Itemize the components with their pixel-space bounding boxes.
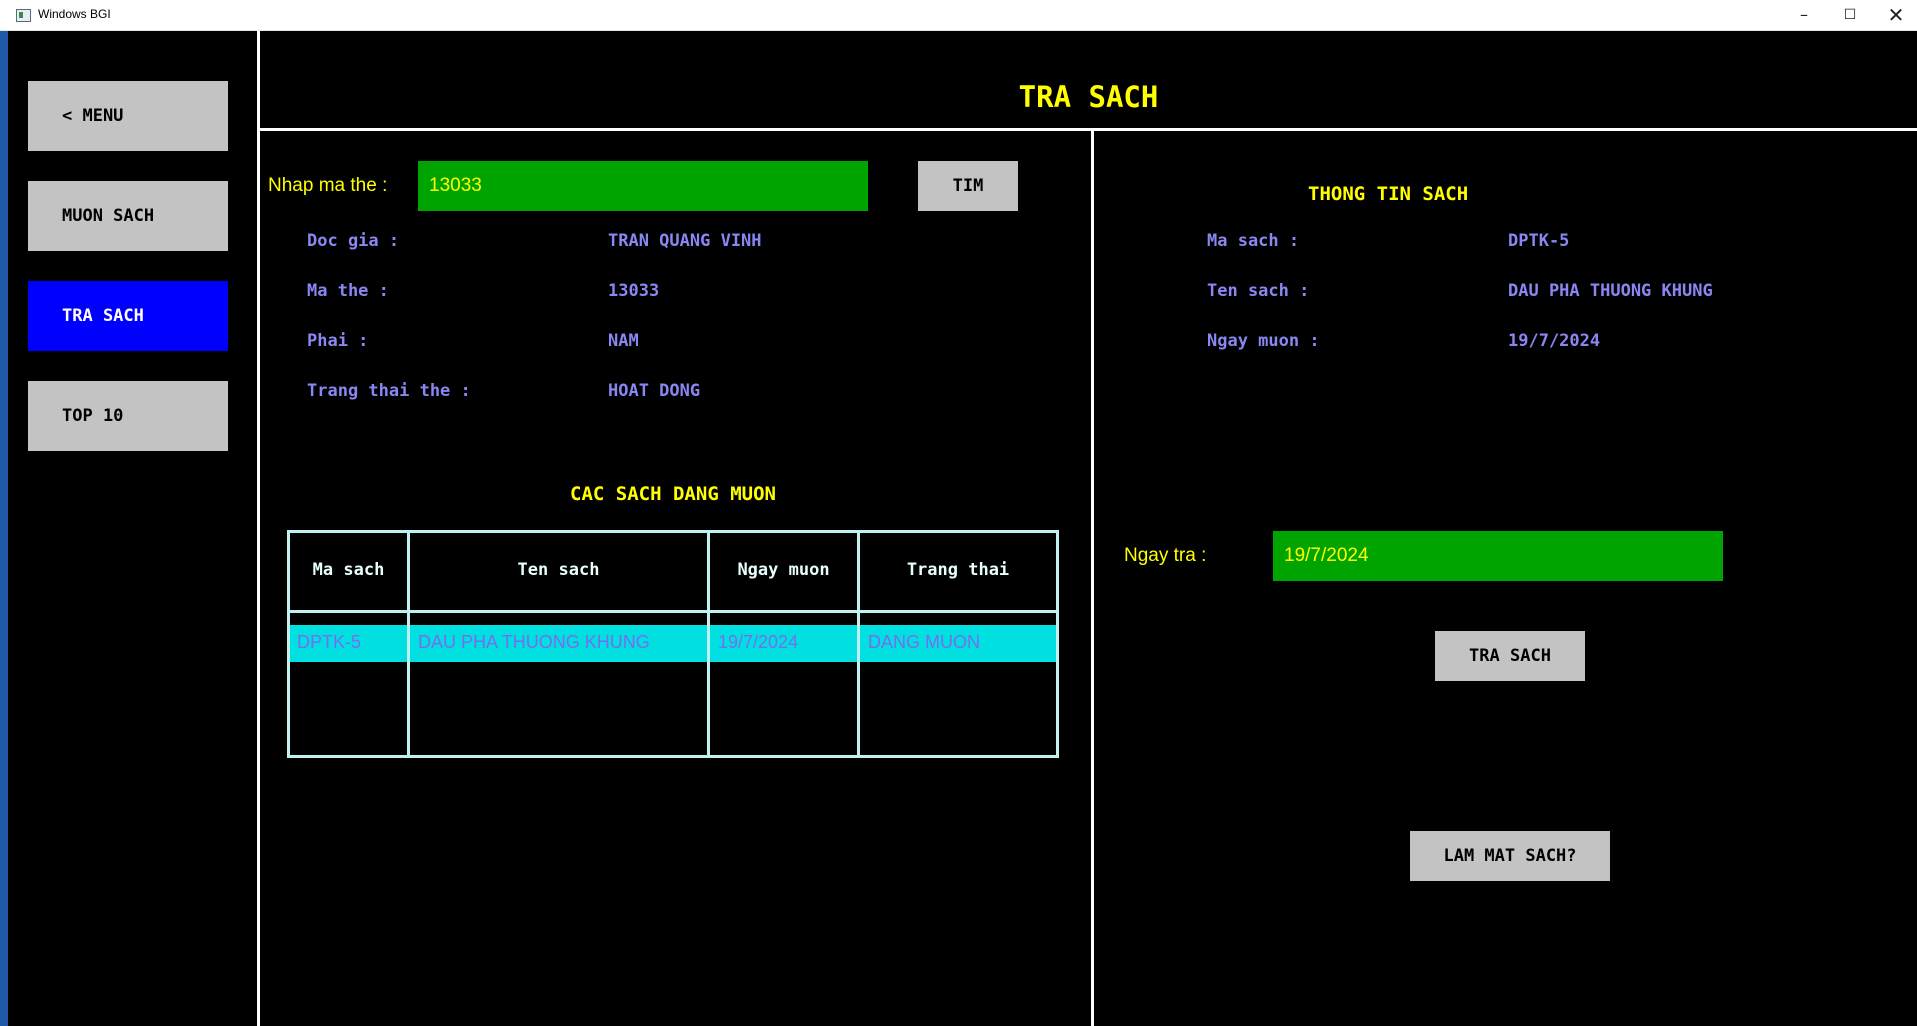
cell-book-code[interactable]: DPTK-5 [297, 632, 361, 653]
column-header: Ten sach [517, 560, 600, 580]
minimize-button[interactable]: – [1781, 0, 1827, 30]
card-status-value: HOAT DONG [608, 381, 701, 401]
return-date-input[interactable]: 19/7/2024 [1273, 531, 1723, 581]
close-button[interactable]: ✕ [1873, 0, 1917, 30]
return-book-button[interactable]: TRA SACH [1435, 631, 1585, 681]
book-info-title: THONG TIN SACH [1308, 183, 1469, 205]
page-title: TRA SACH [1018, 80, 1159, 114]
book-code-label: Ma sach : [1207, 231, 1300, 251]
card-status-label: Trang thai the : [307, 381, 471, 401]
lost-book-button[interactable]: LAM MAT SACH? [1410, 831, 1610, 881]
borrow-date-label: Ngay muon : [1207, 331, 1320, 351]
gender-label: Phai : [307, 331, 369, 351]
header-divider [257, 128, 1917, 131]
gender-value: NAM [608, 331, 639, 351]
search-button[interactable]: TIM [918, 161, 1018, 211]
reader-name-value: TRAN QUANG VINH [608, 231, 762, 251]
book-name-value: DAU PHA THUONG KHUNG [1508, 281, 1713, 301]
card-id-label: Ma the : [307, 281, 389, 301]
column-header: Ma sach [312, 560, 385, 580]
menu-back-button[interactable]: < MENU [28, 81, 228, 151]
table-header-divider [287, 610, 1059, 613]
reader-name-label: Doc gia : [307, 231, 400, 251]
column-header: Trang thai [906, 560, 1010, 580]
card-id-input[interactable]: 13033 [418, 161, 868, 211]
card-search-label: Nhap ma the : [268, 175, 388, 196]
table-border-right [1056, 530, 1059, 758]
column-header: Ngay muon [737, 560, 830, 580]
table-border-top [287, 530, 1059, 533]
borrowed-books-title: CAC SACH DANG MUON [570, 483, 776, 505]
cell-borrow-date[interactable]: 19/7/2024 [718, 632, 798, 653]
nav-tra-sach[interactable]: TRA SACH [28, 281, 228, 351]
nav-top-10[interactable]: TOP 10 [28, 381, 228, 451]
window-title: Windows BGI [38, 7, 111, 21]
app-icon [16, 9, 31, 22]
return-date-label: Ngay tra : [1124, 545, 1207, 566]
title-bar: Windows BGI – ☐ ✕ [0, 0, 1917, 31]
nav-muon-sach[interactable]: MUON SACH [28, 181, 228, 251]
book-name-label: Ten sach : [1207, 281, 1310, 301]
borrow-date-value: 19/7/2024 [1508, 331, 1601, 351]
card-id-value: 13033 [608, 281, 660, 301]
content-divider [1091, 128, 1094, 1026]
book-code-value: DPTK-5 [1508, 231, 1570, 251]
cell-status[interactable]: DANG MUON [868, 632, 980, 653]
table-border-bottom [287, 755, 1059, 758]
maximize-button[interactable]: ☐ [1827, 0, 1873, 30]
cell-book-name[interactable]: DAU PHA THUONG KHUNG [418, 632, 650, 653]
sidebar-divider [257, 31, 260, 1026]
